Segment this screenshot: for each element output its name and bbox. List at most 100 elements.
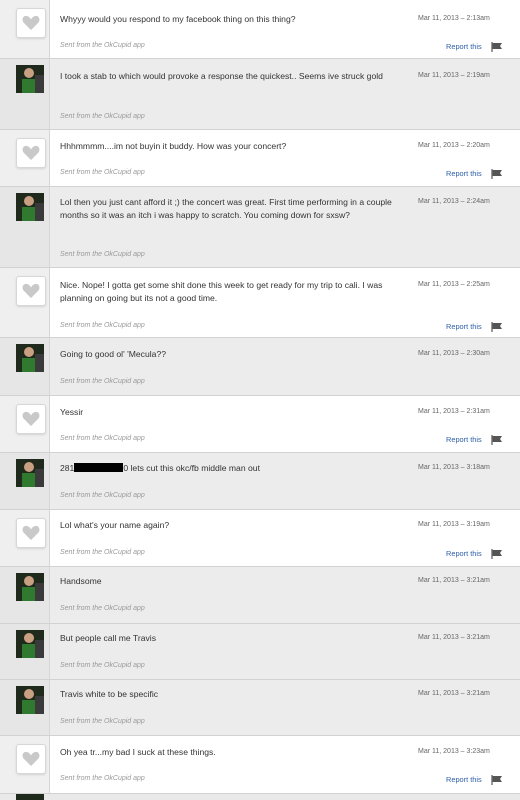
- heart-icon: [22, 15, 40, 30]
- heart-button[interactable]: [16, 8, 46, 38]
- message-item: Nice. Nope! I gotta get some shit done t…: [0, 268, 520, 338]
- message-text: Hhhmmmm....im not buyin it buddy. How wa…: [60, 141, 287, 151]
- message-text: Lol what's your name again?: [60, 520, 170, 530]
- heart-button[interactable]: [16, 518, 46, 548]
- flag-icon[interactable]: [491, 322, 503, 332]
- report-link[interactable]: Report this: [446, 322, 482, 331]
- message-timestamp: Mar 11, 2013 – 3:18am: [418, 464, 490, 471]
- sender-gutter: [0, 338, 50, 395]
- message-timestamp: Mar 11, 2013 – 2:25am: [418, 281, 490, 288]
- report-link[interactable]: Report this: [446, 42, 482, 51]
- message-text: I took a stab to which would provoke a r…: [60, 71, 383, 81]
- sent-from-app-label: Sent from the OkCupid app: [60, 549, 145, 556]
- sent-from-app-label: Sent from the OkCupid app: [60, 42, 145, 49]
- flag-icon[interactable]: [491, 435, 503, 445]
- message-text: 281 0 lets cut this okc/fb middle man out: [60, 462, 398, 475]
- message-item: Hhhmmmm....im not buyin it buddy. How wa…: [0, 130, 520, 187]
- message-item: Yessir Mar 11, 2013 – 2:31am Sent from t…: [0, 396, 520, 453]
- sent-from-app-label: Sent from the OkCupid app: [60, 169, 145, 176]
- heart-icon: [22, 525, 40, 540]
- sent-from-app-label: Sent from the OkCupid app: [60, 492, 145, 499]
- avatar[interactable]: [16, 630, 44, 658]
- message-timestamp: Mar 11, 2013 – 2:24am: [418, 198, 490, 205]
- sender-gutter: [0, 567, 50, 623]
- sender-gutter: [0, 0, 50, 58]
- message-item: Oh yea tr...my bad I suck at these thing…: [0, 736, 520, 794]
- avatar[interactable]: [16, 193, 44, 221]
- sent-from-app-label: Sent from the OkCupid app: [60, 775, 145, 782]
- message-text: Going to good ol' 'Mecula??: [60, 349, 166, 359]
- report-link[interactable]: Report this: [446, 549, 482, 558]
- message-item: Lol what's your name again? Mar 11, 2013…: [0, 510, 520, 567]
- heart-button[interactable]: [16, 276, 46, 306]
- message-timestamp: Mar 11, 2013 – 2:19am: [418, 72, 490, 79]
- message-timestamp: Mar 11, 2013 – 3:21am: [418, 634, 490, 641]
- sent-from-app-label: Sent from the OkCupid app: [60, 251, 145, 258]
- message-timestamp: Mar 11, 2013 – 2:30am: [418, 350, 490, 357]
- message-timestamp: Mar 11, 2013 – 3:23am: [418, 748, 490, 755]
- message-text: Travis white to be specific: [60, 689, 159, 699]
- sender-gutter: [0, 624, 50, 679]
- heart-button[interactable]: [16, 744, 46, 774]
- sent-from-app-label: Sent from the OkCupid app: [60, 605, 145, 612]
- heart-icon: [22, 283, 40, 298]
- avatar[interactable]: [16, 686, 44, 714]
- report-link[interactable]: Report this: [446, 775, 482, 784]
- message-timestamp: Mar 11, 2013 – 3:21am: [418, 577, 490, 584]
- phone-prefix: 281: [60, 463, 75, 473]
- message-text-rest: 0 lets cut this okc/fb middle man out: [123, 463, 260, 473]
- message-text: Handsome: [60, 576, 102, 586]
- message-text: Lol then you just cant afford it ;) the …: [60, 197, 392, 220]
- message-timestamp: Mar 11, 2013 – 3:19am: [418, 521, 490, 528]
- sender-gutter: [0, 59, 50, 129]
- message-text: Nice. Nope! I gotta get some shit done t…: [60, 280, 383, 303]
- avatar[interactable]: [16, 65, 44, 93]
- message-item: 281 0 lets cut this okc/fb middle man out…: [0, 453, 520, 510]
- sender-gutter: [0, 680, 50, 735]
- message-item: Handsome Mar 11, 2013 – 3:21am Sent from…: [0, 567, 520, 624]
- sent-from-app-label: Sent from the OkCupid app: [60, 322, 145, 329]
- flag-icon[interactable]: [491, 42, 503, 52]
- sender-gutter: [0, 187, 50, 267]
- sent-from-app-label: Sent from the OkCupid app: [60, 662, 145, 669]
- sender-gutter: [0, 130, 50, 186]
- sent-from-app-label: Sent from the OkCupid app: [60, 435, 145, 442]
- heart-icon: [22, 411, 40, 426]
- sender-gutter: [0, 396, 50, 452]
- heart-button[interactable]: [16, 404, 46, 434]
- message-item: Going to good ol' 'Mecula?? Mar 11, 2013…: [0, 338, 520, 396]
- message-text: Oh yea tr...my bad I suck at these thing…: [60, 747, 216, 757]
- message-item: I took a stab to which would provoke a r…: [0, 59, 520, 130]
- sender-gutter: [0, 268, 50, 337]
- heart-icon: [22, 751, 40, 766]
- message-timestamp: Mar 11, 2013 – 2:13am: [418, 15, 490, 22]
- message-text: Whyyy would you respond to my facebook t…: [60, 14, 296, 24]
- next-message-avatar-edge: [16, 794, 44, 800]
- sent-from-app-label: Sent from the OkCupid app: [60, 113, 145, 120]
- message-item: Lol then you just cant afford it ;) the …: [0, 187, 520, 268]
- avatar[interactable]: [16, 344, 44, 372]
- message-item: Travis white to be specific Mar 11, 2013…: [0, 680, 520, 736]
- sent-from-app-label: Sent from the OkCupid app: [60, 718, 145, 725]
- flag-icon[interactable]: [491, 549, 503, 559]
- message-thread: Whyyy would you respond to my facebook t…: [0, 0, 520, 800]
- heart-icon: [22, 145, 40, 160]
- report-link[interactable]: Report this: [446, 169, 482, 178]
- message-item: Whyyy would you respond to my facebook t…: [0, 0, 520, 59]
- flag-icon[interactable]: [491, 169, 503, 179]
- avatar[interactable]: [16, 573, 44, 601]
- sender-gutter: [0, 453, 50, 509]
- heart-button[interactable]: [16, 138, 46, 168]
- sent-from-app-label: Sent from the OkCupid app: [60, 378, 145, 385]
- message-timestamp: Mar 11, 2013 – 2:31am: [418, 408, 490, 415]
- message-timestamp: Mar 11, 2013 – 3:21am: [418, 690, 490, 697]
- redaction-bar: [74, 463, 124, 472]
- message-item: But people call me Travis Mar 11, 2013 –…: [0, 624, 520, 680]
- sender-gutter: [0, 510, 50, 566]
- avatar[interactable]: [16, 459, 44, 487]
- message-timestamp: Mar 11, 2013 – 2:20am: [418, 142, 490, 149]
- flag-icon[interactable]: [491, 775, 503, 785]
- report-link[interactable]: Report this: [446, 435, 482, 444]
- sender-gutter: [0, 736, 50, 793]
- message-text: But people call me Travis: [60, 633, 157, 643]
